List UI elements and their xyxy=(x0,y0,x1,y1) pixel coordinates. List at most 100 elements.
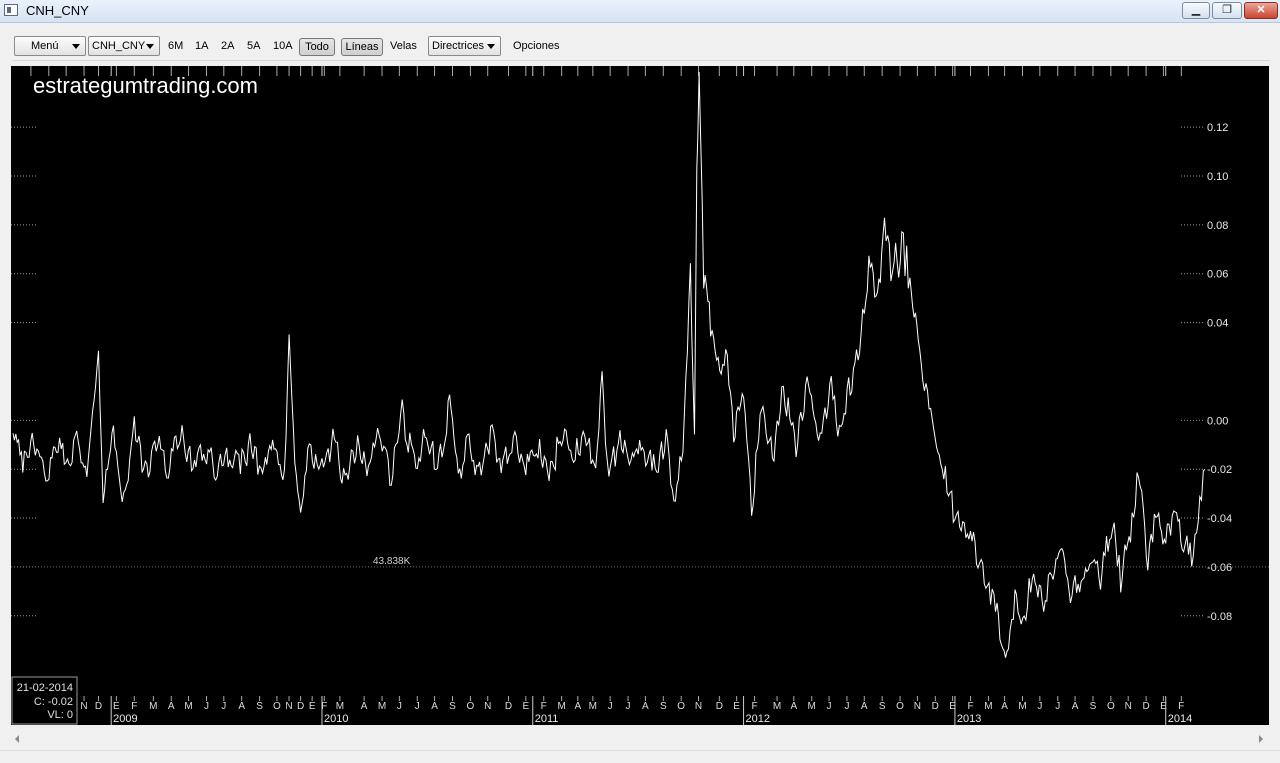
x-month-label: E xyxy=(113,701,120,712)
guidelines-label: Directrices xyxy=(432,40,484,52)
x-month-label: J xyxy=(415,701,420,712)
x-month-label: J xyxy=(626,701,631,712)
y-tick-label: -0.06 xyxy=(1207,562,1232,574)
x-month-label: J xyxy=(221,701,226,712)
x-month-label: A xyxy=(574,701,581,712)
range-10a-button[interactable]: 10A xyxy=(273,38,293,54)
x-month-label: D xyxy=(1142,701,1149,712)
x-month-label: O xyxy=(1107,701,1115,712)
x-month-label: E xyxy=(309,701,316,712)
x-month-label: M xyxy=(773,701,781,712)
x-month-label: F xyxy=(751,701,757,712)
x-month-label: E xyxy=(733,701,740,712)
chart-background xyxy=(11,66,1269,725)
x-month-label: O xyxy=(896,701,904,712)
minimize-button[interactable]: ▁ xyxy=(1182,2,1210,19)
x-month-label: M xyxy=(808,701,816,712)
horizontal-scrollbar[interactable] xyxy=(11,730,1269,748)
y-tick-label: 0.06 xyxy=(1207,269,1228,281)
x-month-label: N xyxy=(80,701,87,712)
y-tick-label: -0.02 xyxy=(1207,464,1232,476)
x-month-label: M xyxy=(984,701,992,712)
x-month-label: S xyxy=(879,701,886,712)
y-tick-label: 0.10 xyxy=(1207,171,1228,183)
y-tick-label: -0.04 xyxy=(1207,513,1232,525)
options-button[interactable]: Opciones xyxy=(513,38,559,54)
symbol-label: CNH_CNY xyxy=(92,40,146,52)
scroll-left-icon[interactable] xyxy=(15,735,19,743)
toolbar-divider xyxy=(12,60,1270,61)
x-month-label: A xyxy=(642,701,649,712)
info-volume: VL: 0 xyxy=(47,709,73,721)
x-month-label: M xyxy=(184,701,192,712)
range-todo-button[interactable]: Todo xyxy=(299,38,335,56)
x-month-label: N xyxy=(914,701,921,712)
y-tick-label: 0.04 xyxy=(1207,318,1228,330)
x-month-label: J xyxy=(1055,701,1060,712)
symbol-dropdown[interactable]: CNH_CNY xyxy=(88,36,160,56)
x-year-label: 2013 xyxy=(957,713,981,725)
x-month-label: O xyxy=(273,701,281,712)
x-month-label: A xyxy=(861,701,868,712)
menu-dropdown[interactable]: Menú xyxy=(14,36,86,56)
restore-icon: ❐ xyxy=(1222,4,1232,16)
x-year-label: 2012 xyxy=(746,713,770,725)
candles-button[interactable]: Velas xyxy=(390,38,417,54)
x-month-label: M xyxy=(378,701,386,712)
close-button[interactable]: ✕ xyxy=(1244,2,1278,19)
window-title: CNH_CNY xyxy=(26,3,89,18)
lines-button[interactable]: Líneas xyxy=(341,38,383,56)
x-month-label: A xyxy=(1001,701,1008,712)
x-month-label: F xyxy=(1178,701,1184,712)
x-month-label: A xyxy=(361,701,368,712)
x-year-label: 2010 xyxy=(324,713,348,725)
x-month-label: A xyxy=(790,701,797,712)
maximize-button[interactable]: ❐ xyxy=(1212,2,1242,19)
x-month-label: S xyxy=(1090,701,1097,712)
scroll-right-icon[interactable] xyxy=(1259,735,1263,743)
x-month-label: A xyxy=(431,701,438,712)
app-icon xyxy=(4,4,18,16)
menu-label: Menú xyxy=(31,40,59,52)
x-month-label: J xyxy=(844,701,849,712)
x-month-label: S xyxy=(660,701,667,712)
x-month-label: F xyxy=(131,701,137,712)
x-month-label: A xyxy=(1072,701,1079,712)
title-bar: CNH_CNY ▁ ❐ ✕ xyxy=(0,0,1280,23)
guidelines-dropdown[interactable]: Directrices xyxy=(428,36,501,56)
y-tick-label: 0.12 xyxy=(1207,122,1228,134)
x-year-label: 2011 xyxy=(535,713,559,725)
x-month-label: M xyxy=(1018,701,1026,712)
close-icon: ✕ xyxy=(1256,4,1266,16)
x-month-label: A xyxy=(168,701,175,712)
status-bar xyxy=(0,750,1280,763)
chevron-down-icon xyxy=(146,44,154,49)
y-tick-label: -0.08 xyxy=(1207,611,1232,623)
x-month-label: D xyxy=(716,701,723,712)
y-tick-label: 0.08 xyxy=(1207,220,1228,232)
info-date: 21-02-2014 xyxy=(17,682,73,694)
x-month-label: F xyxy=(541,701,547,712)
x-month-label: N xyxy=(695,701,702,712)
x-month-label: S xyxy=(256,701,263,712)
x-month-label: J xyxy=(608,701,613,712)
chart-area[interactable]: 0.12 0.10 0.08 0.06 0.04 0.00 -0.02 -0.04 -0.06 -… xyxy=(11,66,1269,725)
x-month-label: M xyxy=(336,701,344,712)
range-2a-button[interactable]: 2A xyxy=(221,38,234,54)
range-6m-button[interactable]: 6M xyxy=(168,38,183,54)
x-month-label: J xyxy=(397,701,402,712)
x-month-label: J xyxy=(827,701,832,712)
chevron-down-icon xyxy=(72,44,80,49)
range-1a-button[interactable]: 1A xyxy=(195,38,208,54)
range-5a-button[interactable]: 5A xyxy=(247,38,260,54)
x-month-label: M xyxy=(589,701,597,712)
x-month-label: N xyxy=(285,701,292,712)
x-month-label: M xyxy=(149,701,157,712)
info-box: 21-02-2014 C: -0.02 VL: 0 xyxy=(11,676,78,725)
toolbar: Menú CNH_CNY 6M 1A 2A 5A 10A Todo Líneas… xyxy=(0,23,1280,65)
x-month-label: E xyxy=(523,701,530,712)
x-month-label: A xyxy=(238,701,245,712)
x-month-label: J xyxy=(1037,701,1042,712)
volume-label: 43.838K xyxy=(373,556,411,567)
x-month-label: D xyxy=(297,701,304,712)
